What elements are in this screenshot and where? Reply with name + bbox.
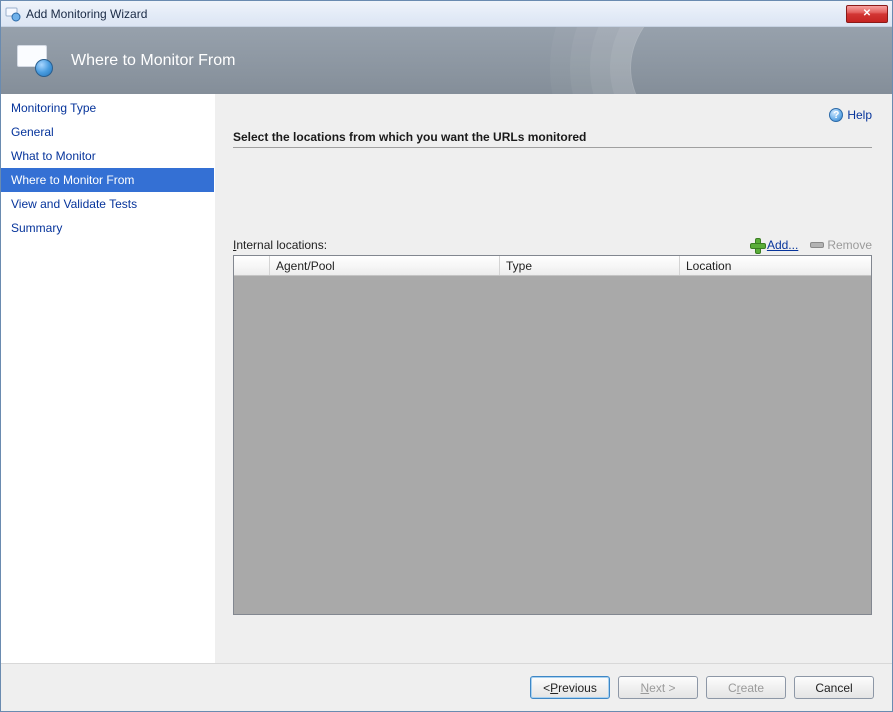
sidebar-item-view-validate-tests[interactable]: View and Validate Tests (1, 192, 214, 216)
sidebar-item-label: Where to Monitor From (11, 173, 134, 187)
close-button[interactable]: ✕ (846, 5, 888, 23)
instruction-text: Select the locations from which you want… (233, 130, 872, 148)
add-location-button[interactable]: Add... (750, 238, 798, 252)
wizard-footer: < Previous Next > Create Cancel (1, 663, 892, 711)
sidebar-item-label: View and Validate Tests (11, 197, 137, 211)
cancel-button[interactable]: Cancel (794, 676, 874, 699)
minus-icon (810, 242, 824, 248)
next-button: Next > (618, 676, 698, 699)
column-selector[interactable] (234, 256, 270, 275)
titlebar: Add Monitoring Wizard ✕ (1, 1, 892, 27)
help-link[interactable]: ? Help (829, 108, 872, 122)
column-location[interactable]: Location (680, 256, 871, 275)
locations-grid[interactable]: Agent/Pool Type Location (233, 255, 872, 615)
create-button: Create (706, 676, 786, 699)
grid-header: Agent/Pool Type Location (234, 256, 871, 276)
remove-label: Remove (827, 238, 872, 252)
help-icon: ? (829, 108, 843, 122)
sidebar-item-monitoring-type[interactable]: Monitoring Type (1, 96, 214, 120)
sidebar-item-summary[interactable]: Summary (1, 216, 214, 240)
column-agent-pool[interactable]: Agent/Pool (270, 256, 500, 275)
wizard-content: ? Help Select the locations from which y… (215, 94, 892, 663)
plus-icon (750, 238, 764, 252)
banner-icon (17, 45, 53, 77)
banner-title: Where to Monitor From (71, 52, 235, 70)
window-title: Add Monitoring Wizard (26, 7, 846, 21)
help-label: Help (847, 108, 872, 122)
sidebar-item-label: Monitoring Type (11, 101, 96, 115)
column-type[interactable]: Type (500, 256, 680, 275)
internal-locations-label: Internal locations: (233, 238, 738, 252)
app-icon (5, 6, 21, 22)
sidebar-item-label: Summary (11, 221, 62, 235)
sidebar-item-where-to-monitor-from[interactable]: Where to Monitor From (1, 168, 214, 192)
wizard-body: Monitoring Type General What to Monitor … (1, 94, 892, 663)
sidebar-item-general[interactable]: General (1, 120, 214, 144)
sidebar-item-label: What to Monitor (11, 149, 96, 163)
wizard-steps-sidebar: Monitoring Type General What to Monitor … (1, 94, 215, 663)
wizard-banner: Where to Monitor From (1, 27, 892, 94)
add-label: Add... (767, 238, 798, 252)
remove-location-button: Remove (810, 238, 872, 252)
sidebar-item-label: General (11, 125, 54, 139)
sidebar-item-what-to-monitor[interactable]: What to Monitor (1, 144, 214, 168)
help-row: ? Help (225, 108, 872, 122)
grid-body-empty (234, 276, 871, 614)
locations-toolbar: Internal locations: Add... Remove (233, 238, 872, 252)
close-icon: ✕ (863, 9, 871, 19)
previous-button[interactable]: < Previous (530, 676, 610, 699)
wizard-window: Add Monitoring Wizard ✕ Where to Monitor… (0, 0, 893, 712)
